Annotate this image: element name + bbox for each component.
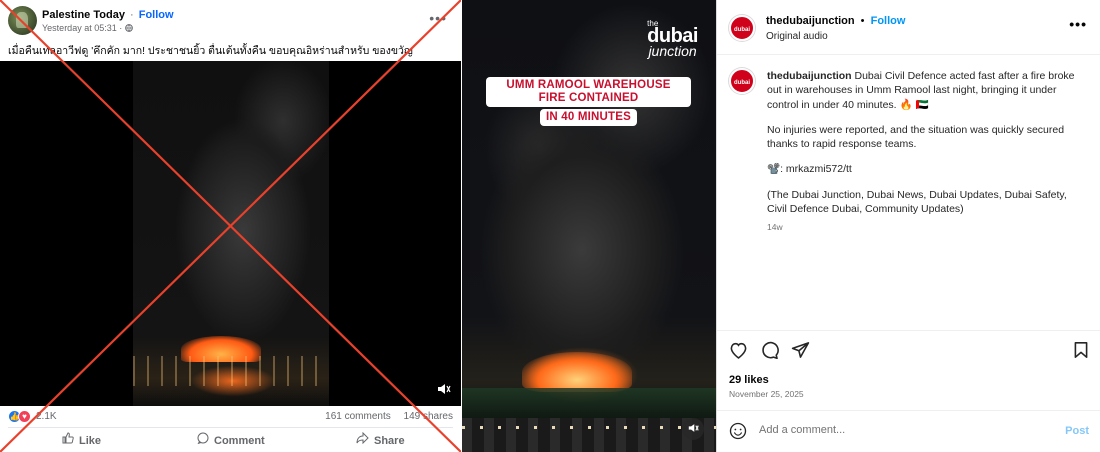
account-username[interactable]: thedubaijunction <box>766 15 855 27</box>
like-label: Like <box>79 435 102 447</box>
share-label: Share <box>374 435 405 447</box>
video-headline: UMM RAMOOL WAREHOUSE FIRE CONTAINED IN 4… <box>486 77 691 126</box>
mute-icon[interactable] <box>682 418 704 440</box>
post-age[interactable]: 14w <box>767 220 1082 234</box>
thumbs-up-icon <box>62 432 74 447</box>
emoji-icon[interactable] <box>729 422 747 440</box>
instagram-sidebar: dubai thedubaijunction • Follow Original… <box>716 0 1100 452</box>
caption-paragraph-3: 📽️: mrkazmi572/tt <box>767 163 852 176</box>
separator-dot: · <box>130 9 134 21</box>
action-bar: Like Comment Share <box>8 427 453 449</box>
more-options-icon[interactable]: ••• <box>429 10 447 26</box>
comment-box: Post <box>717 410 1100 452</box>
like-button[interactable]: Like <box>62 432 101 447</box>
comment-bubble-icon <box>197 432 209 447</box>
engagement-bar: 29 likes November 25, 2025 <box>717 330 1100 410</box>
facebook-post: Palestine Today · Follow Yesterday at 05… <box>0 0 461 452</box>
post-timestamp[interactable]: Yesterday at 05:31 · <box>42 23 122 33</box>
globe-icon <box>124 23 133 33</box>
audio-link[interactable]: Original audio <box>766 31 828 42</box>
caption-paragraph-2: No injuries were reported, and the situa… <box>767 123 1065 151</box>
comment-count[interactable]: 161 comments <box>325 411 391 422</box>
more-options-icon[interactable]: ••• <box>1069 16 1087 32</box>
bookmark-icon[interactable] <box>1073 341 1089 359</box>
dubai-junction-logo: the dubai junction <box>647 19 698 59</box>
share-count[interactable]: 149 shares <box>404 411 453 422</box>
video-player[interactable] <box>0 61 461 406</box>
post-date: November 25, 2025 <box>729 389 804 399</box>
heart-icon[interactable] <box>729 341 748 359</box>
action-icons <box>729 341 1089 361</box>
engagement-counts: 👍 ♥ 2.1K 161 comments 149 shares <box>8 410 453 424</box>
caption-paragraph-1: thedubaijunction Dubai Civil Defence act… <box>767 69 1082 112</box>
highway-traffic <box>462 418 716 452</box>
post-meta: Yesterday at 05:31 · <box>42 23 133 33</box>
account-avatar[interactable]: dubai <box>729 15 755 41</box>
comment-label: Comment <box>214 435 265 447</box>
page-avatar[interactable] <box>8 6 37 35</box>
caption-body: thedubaijunction Dubai Civil Defence act… <box>767 69 1082 235</box>
comment-input[interactable] <box>759 424 1039 436</box>
post-caption: เมื่อคืนเทลอาวีฟดู 'คึกคัก มาก! ประชาชนย… <box>8 45 413 57</box>
post-header: dubai thedubaijunction • Follow Original… <box>717 0 1100 55</box>
reaction-count: 2.1K <box>36 411 57 422</box>
volume-icon[interactable] <box>437 383 451 398</box>
fire-glow <box>522 352 632 392</box>
like-count[interactable]: 29 likes <box>729 374 769 386</box>
follow-button[interactable]: Follow <box>871 15 906 27</box>
headline-line-1: UMM RAMOOL WAREHOUSE FIRE CONTAINED <box>486 77 691 107</box>
share-arrow-icon <box>356 431 369 447</box>
tree-line <box>462 388 716 418</box>
caption-username[interactable]: thedubaijunction <box>767 70 852 82</box>
comment-button[interactable]: Comment <box>197 432 265 447</box>
video-frame-fire-smoke <box>133 61 329 406</box>
share-button[interactable]: Share <box>356 431 405 447</box>
caption-paragraph-4: (The Dubai Junction, Dubai News, Dubai U… <box>767 188 1067 216</box>
comment-share-counts: 161 comments 149 shares <box>325 411 453 422</box>
page-name-line: Palestine Today · Follow <box>42 9 174 21</box>
caption-avatar[interactable]: dubai <box>729 68 755 94</box>
comment-icon[interactable] <box>760 341 779 359</box>
instagram-video[interactable]: the dubai junction UMM RAMOOL WAREHOUSE … <box>462 0 716 452</box>
page-name[interactable]: Palestine Today <box>42 9 125 21</box>
separator-dot: • <box>860 15 865 27</box>
share-plane-icon[interactable] <box>791 341 810 359</box>
city-lights <box>133 356 329 386</box>
caption-section: dubai thedubaijunction Dubai Civil Defen… <box>717 55 1100 330</box>
follow-button[interactable]: Follow <box>139 9 174 21</box>
account-line: thedubaijunction • Follow <box>766 15 905 27</box>
headline-line-2: IN 40 MINUTES <box>539 109 638 126</box>
post-header: Palestine Today · Follow Yesterday at 05… <box>8 6 453 38</box>
post-comment-button[interactable]: Post <box>1065 425 1089 437</box>
love-reaction-icon: ♥ <box>18 410 31 423</box>
